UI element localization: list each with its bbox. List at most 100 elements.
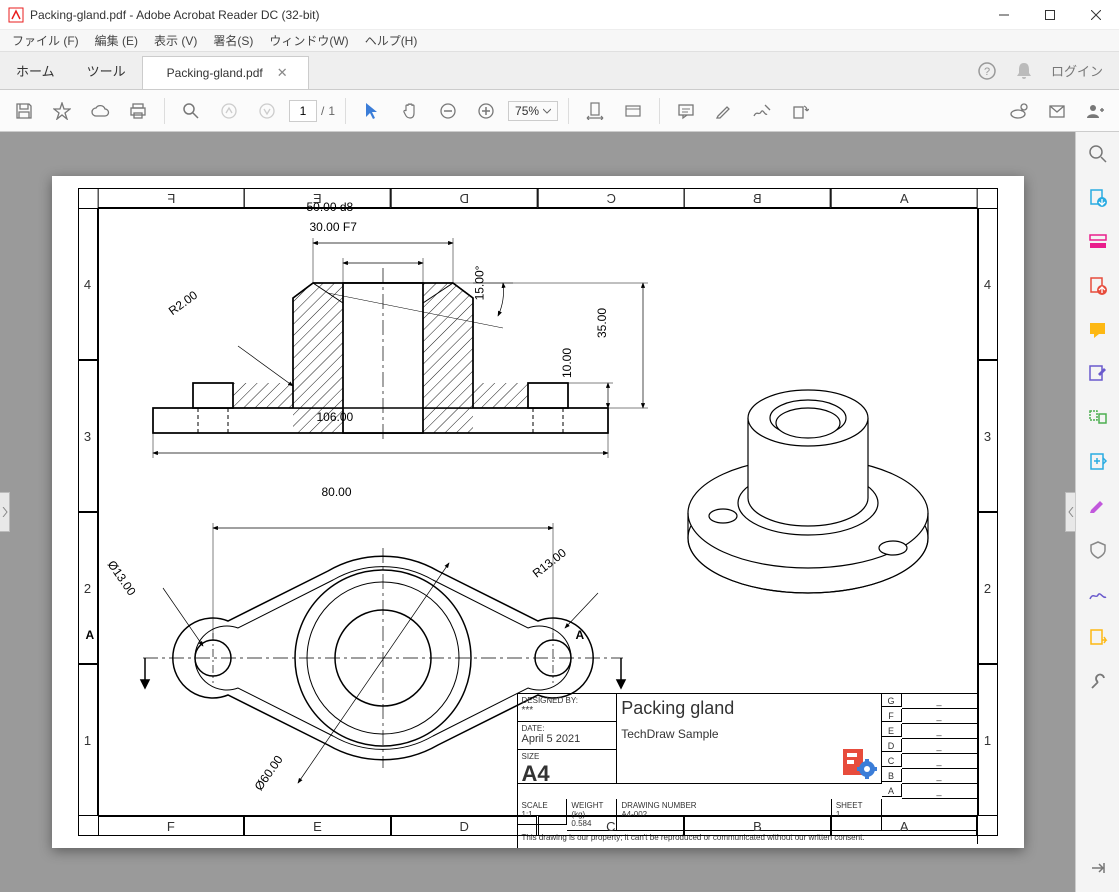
zone-h: E (244, 188, 391, 208)
page-total: 1 (328, 104, 335, 118)
rev-letter: F (882, 709, 902, 722)
star-icon[interactable] (46, 95, 78, 127)
organize-icon[interactable] (1086, 406, 1110, 430)
save-icon[interactable] (8, 95, 40, 127)
next-page-icon[interactable] (251, 95, 283, 127)
share-icon[interactable] (1003, 95, 1035, 127)
zone-h: A (831, 188, 978, 208)
cloud-icon[interactable] (84, 95, 116, 127)
rev-dash: _ (902, 709, 978, 724)
convert-icon[interactable] (1086, 626, 1110, 650)
selection-icon[interactable] (356, 95, 388, 127)
window-title: Packing-gland.pdf - Adobe Acrobat Reader… (30, 8, 981, 22)
zoom-in-icon[interactable] (470, 95, 502, 127)
zoom-selector[interactable]: 75% (508, 101, 558, 121)
rev-letter: D (882, 739, 902, 752)
maximize-button[interactable] (1027, 0, 1073, 30)
tb-designed-lbl: DESIGNED BY: (522, 696, 613, 705)
rev-letter: E (882, 724, 902, 737)
zoom-out-icon[interactable] (432, 95, 464, 127)
redact-icon[interactable] (1086, 494, 1110, 518)
create-pdf-icon[interactable] (1086, 274, 1110, 298)
tab-document-label: Packing-gland.pdf (167, 66, 263, 80)
tools-panel (1075, 132, 1119, 892)
dim-35: 35.00 (595, 308, 609, 338)
dim-10: 10.00 (560, 348, 574, 378)
svg-text:?: ? (984, 66, 990, 78)
zone-v: 2 (78, 512, 98, 664)
help-icon[interactable]: ? (977, 61, 997, 81)
dim-80: 80.00 (322, 485, 352, 499)
fit-width-icon[interactable] (579, 95, 611, 127)
compress-icon[interactable] (1086, 450, 1110, 474)
page-input[interactable] (289, 100, 317, 122)
rev-dash: _ (902, 724, 978, 739)
zone-h: B (684, 188, 831, 208)
fit-page-icon[interactable] (617, 95, 649, 127)
zone-h: D (391, 816, 538, 836)
email-icon[interactable] (1041, 95, 1073, 127)
comment-icon[interactable] (670, 95, 702, 127)
zone-h: D (391, 188, 538, 208)
zone-v: 3 (78, 360, 98, 512)
sign-icon[interactable] (746, 95, 778, 127)
page-sep: / (321, 104, 324, 118)
export-pdf-icon[interactable] (1086, 186, 1110, 210)
zone-h: E (244, 816, 391, 836)
menubar: ファイル (F) 編集 (E) 表示 (V) 署名(S) ウィンドウ(W) ヘル… (0, 30, 1119, 52)
tab-home[interactable]: ホーム (0, 52, 71, 89)
zone-h: F (98, 816, 245, 836)
print-icon[interactable] (122, 95, 154, 127)
menu-help[interactable]: ヘルプ(H) (357, 32, 426, 49)
bell-icon[interactable] (1015, 61, 1033, 81)
window-titlebar: Packing-gland.pdf - Adobe Acrobat Reader… (0, 0, 1119, 30)
rev-letter: G (882, 694, 902, 707)
document-area[interactable]: 50.00 d8 30.00 F7 106.00 80.00 35.00 10.… (0, 132, 1075, 892)
tb-designed: *** (522, 705, 613, 716)
dim-106: 106.00 (317, 410, 354, 424)
signature-icon[interactable] (1086, 582, 1110, 606)
zone-v: 4 (978, 208, 998, 360)
tab-close-icon[interactable]: ✕ (277, 65, 288, 81)
zone-v: 1 (78, 664, 98, 816)
tab-document[interactable]: Packing-gland.pdf ✕ (142, 56, 309, 89)
minimize-button[interactable] (981, 0, 1027, 30)
fill-sign-icon[interactable] (1086, 362, 1110, 386)
tb-size: A4 (522, 761, 613, 787)
page-indicator: / 1 (289, 100, 335, 122)
collapse-panel-icon[interactable] (1086, 856, 1110, 880)
chevron-down-icon (543, 107, 551, 115)
search-tool-icon[interactable] (1086, 142, 1110, 166)
menu-edit[interactable]: 編集 (E) (87, 32, 146, 49)
pdf-page: 50.00 d8 30.00 F7 106.00 80.00 35.00 10.… (52, 176, 1024, 848)
login-button[interactable]: ログイン (1051, 61, 1103, 80)
menu-file[interactable]: ファイル (F) (4, 32, 87, 49)
tb-date-lbl: DATE: (522, 724, 613, 733)
highlight-icon[interactable] (708, 95, 740, 127)
menu-sign[interactable]: 署名(S) (205, 32, 261, 49)
hand-icon[interactable] (394, 95, 426, 127)
prev-page-icon[interactable] (213, 95, 245, 127)
protect-icon[interactable] (1086, 538, 1110, 562)
freecad-logo-icon (843, 749, 877, 779)
close-button[interactable] (1073, 0, 1119, 30)
edit-pdf-icon[interactable] (1086, 230, 1110, 254)
separator (345, 98, 346, 124)
find-icon[interactable] (175, 95, 207, 127)
more-tools-icon[interactable] (1086, 670, 1110, 694)
add-user-icon[interactable] (1079, 95, 1111, 127)
rev-letter: A (882, 784, 902, 797)
right-panel-handle[interactable] (1065, 492, 1075, 532)
zone-h: A (831, 816, 978, 836)
left-panel-handle[interactable] (0, 492, 10, 532)
toolbar: / 1 75% (0, 90, 1119, 132)
tb-date: April 5 2021 (522, 733, 613, 745)
rotate-icon[interactable] (784, 95, 816, 127)
tb-title: Packing gland (621, 698, 876, 719)
comment-tool-icon[interactable] (1086, 318, 1110, 342)
menu-view[interactable]: 表示 (V) (146, 32, 205, 49)
section-A-right: A (576, 628, 585, 642)
menu-window[interactable]: ウィンドウ(W) (261, 32, 356, 49)
rev-dash: _ (902, 784, 978, 799)
tab-tools[interactable]: ツール (71, 52, 142, 89)
